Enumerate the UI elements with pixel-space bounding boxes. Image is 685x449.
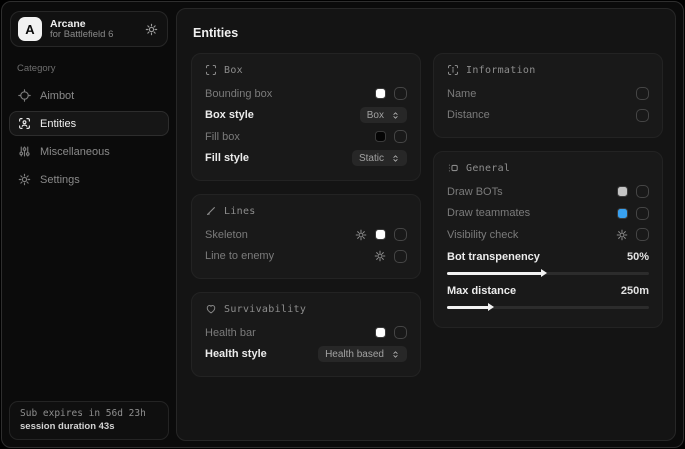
app-logo: A — [18, 17, 42, 41]
checkbox[interactable] — [394, 130, 407, 143]
card-title: Box — [224, 65, 243, 76]
row-fill-box: Fill box — [205, 126, 407, 148]
subscription-status: Sub expires in 56d 23h session duration … — [9, 401, 169, 440]
line-icon — [205, 205, 217, 217]
color-swatch[interactable] — [375, 88, 386, 99]
checkbox[interactable] — [636, 87, 649, 100]
sidebar-item-label: Aimbot — [40, 90, 74, 102]
checkbox[interactable] — [636, 109, 649, 122]
row-health-style: Health style Health based — [205, 344, 407, 366]
bot-transparency-slider[interactable] — [447, 272, 649, 275]
checkbox[interactable] — [636, 228, 649, 241]
max-distance-slider[interactable] — [447, 306, 649, 309]
health-style-dropdown[interactable]: Health based — [318, 346, 407, 362]
chevrons-up-down-icon — [391, 350, 400, 359]
app-window: A Arcane for Battlefield 6 Category Aimb… — [1, 1, 684, 448]
chevrons-up-down-icon — [391, 154, 400, 163]
sidebar-item-aimbot[interactable]: Aimbot — [9, 83, 169, 108]
checkbox[interactable] — [636, 185, 649, 198]
color-swatch[interactable] — [375, 131, 386, 142]
category-label: Category — [17, 63, 176, 74]
logo-letter: A — [25, 22, 34, 37]
color-swatch[interactable] — [617, 186, 628, 197]
sliders-icon — [18, 145, 31, 158]
checkbox[interactable] — [394, 87, 407, 100]
grid-icon — [447, 162, 459, 174]
card-survivability: Survivability Health bar Health style He… — [191, 292, 421, 377]
session-duration-text: session duration 43s — [20, 421, 158, 432]
brand-card: A Arcane for Battlefield 6 — [10, 11, 168, 47]
card-title: Lines — [224, 206, 256, 217]
gear-icon[interactable] — [355, 229, 367, 241]
gear-icon[interactable] — [374, 250, 386, 262]
gear-icon[interactable] — [616, 229, 628, 241]
color-swatch[interactable] — [375, 229, 386, 240]
color-swatch[interactable] — [617, 208, 628, 219]
slider-fill — [447, 272, 542, 275]
sub-expiry-text: Sub expires in 56d 23h — [20, 408, 158, 419]
slider-fill — [447, 306, 489, 309]
info-scan-icon — [447, 64, 459, 76]
sidebar-item-label: Miscellaneous — [40, 146, 110, 158]
card-title: Survivability — [224, 304, 306, 315]
row-bounding-box: Bounding box — [205, 83, 407, 105]
gear-icon[interactable] — [145, 23, 158, 36]
box-style-dropdown[interactable]: Box — [360, 107, 407, 123]
row-draw-teammates: Draw teammates — [447, 203, 649, 225]
row-draw-bots: Draw BOTs — [447, 181, 649, 203]
gear-icon — [18, 173, 31, 186]
card-lines: Lines Skeleton Line to enemy — [191, 194, 421, 279]
row-name: Name — [447, 83, 649, 105]
crosshair-icon — [18, 89, 31, 102]
app-title: Arcane — [50, 18, 137, 30]
color-swatch[interactable] — [375, 327, 386, 338]
row-visibility-check: Visibility check — [447, 224, 649, 246]
row-fill-style: Fill style Static — [205, 148, 407, 170]
card-information: Information Name Distance — [433, 53, 663, 138]
card-title: Information — [466, 65, 536, 76]
row-health-bar: Health bar — [205, 322, 407, 344]
sidebar: A Arcane for Battlefield 6 Category Aimb… — [2, 2, 176, 447]
sidebar-item-label: Settings — [40, 174, 80, 186]
heart-icon — [205, 303, 217, 315]
slider-value: 50% — [627, 251, 649, 263]
card-general: General Draw BOTs Draw teammates — [433, 151, 663, 328]
chevrons-up-down-icon — [391, 111, 400, 120]
checkbox[interactable] — [394, 250, 407, 263]
bot-transparency-group: Bot transpenency 50% — [447, 248, 649, 275]
row-box-style: Box style Box — [205, 105, 407, 127]
fill-style-dropdown[interactable]: Static — [352, 150, 407, 166]
checkbox[interactable] — [394, 326, 407, 339]
main-panel: Entities Box Bounding box — [176, 8, 676, 441]
sidebar-nav: Aimbot Entities Miscellaneous Settings — [2, 83, 176, 192]
page-title: Entities — [193, 26, 663, 40]
card-title: General — [466, 163, 510, 174]
checkbox[interactable] — [636, 207, 649, 220]
app-subtitle: for Battlefield 6 — [50, 30, 137, 41]
max-distance-group: Max distance 250m — [447, 282, 649, 309]
box-brackets-icon — [205, 64, 217, 76]
card-box: Box Bounding box Box style Box — [191, 53, 421, 181]
checkbox[interactable] — [394, 228, 407, 241]
row-line-to-enemy: Line to enemy — [205, 246, 407, 268]
sidebar-item-settings[interactable]: Settings — [9, 167, 169, 192]
entity-scan-icon — [18, 117, 31, 130]
row-skeleton: Skeleton — [205, 224, 407, 246]
row-distance: Distance — [447, 105, 649, 127]
sidebar-item-entities[interactable]: Entities — [9, 111, 169, 136]
slider-value: 250m — [621, 285, 649, 297]
sidebar-item-miscellaneous[interactable]: Miscellaneous — [9, 139, 169, 164]
sidebar-item-label: Entities — [40, 118, 76, 130]
